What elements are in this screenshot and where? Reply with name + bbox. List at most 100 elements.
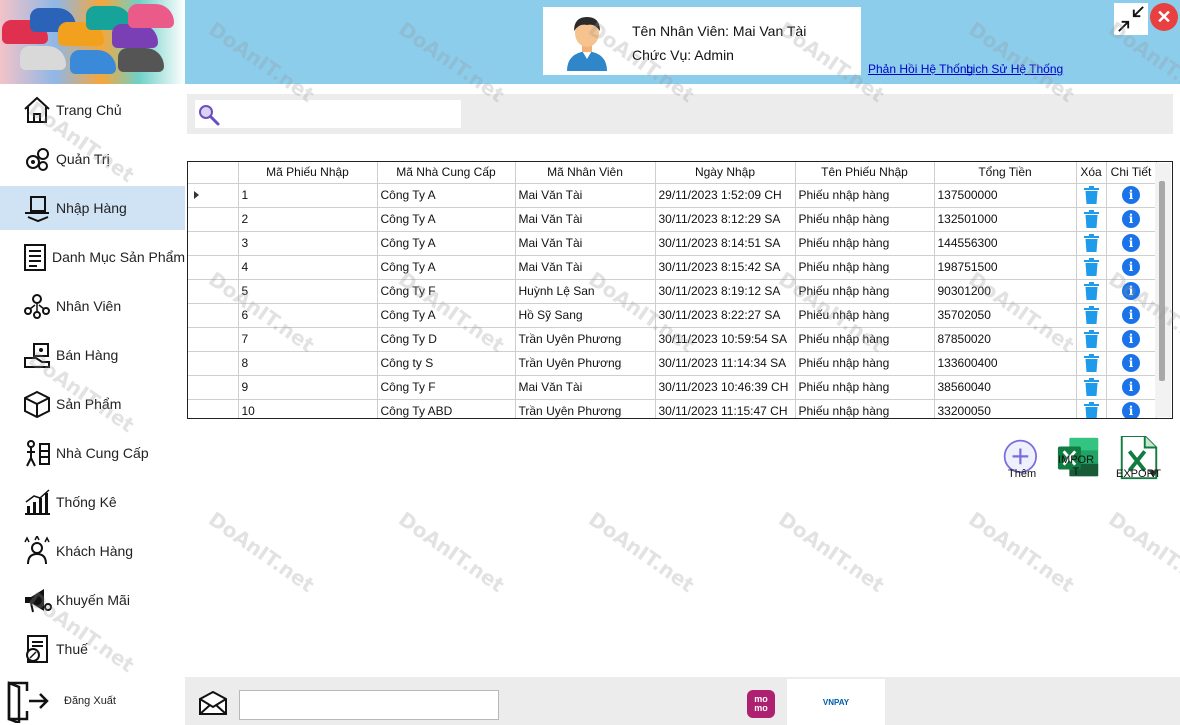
cell-employee[interactable]: Mai Văn Tài <box>515 375 656 400</box>
sidebar-item-promotion[interactable]: Khuyến Mãi <box>0 578 185 622</box>
cell-total[interactable]: 198751500 <box>934 255 1077 280</box>
cell-employee[interactable]: Mai Văn Tài <box>515 231 656 256</box>
scrollbar-thumb[interactable] <box>1159 181 1165 381</box>
cell-total[interactable]: 87850020 <box>934 327 1077 352</box>
row-header[interactable] <box>188 303 239 328</box>
trash-icon[interactable] <box>1083 282 1099 300</box>
table-row[interactable]: 6 Công Ty A Hồ Sỹ Sang 30/11/2023 8:22:27 S… <box>188 303 1157 328</box>
info-icon[interactable]: i <box>1122 210 1140 228</box>
cell-receipt-id[interactable]: 10 <box>238 399 378 418</box>
info-icon[interactable]: i <box>1122 378 1140 396</box>
cell-employee[interactable]: Mai Văn Tài <box>515 183 656 208</box>
row-header[interactable] <box>188 207 239 232</box>
sidebar-item-tax[interactable]: Thuế <box>0 627 185 671</box>
cell-employee[interactable]: Trần Uyên Phương <box>515 351 656 376</box>
cell-employee[interactable]: Hồ Sỹ Sang <box>515 303 656 328</box>
cell-receipt-id[interactable]: 5 <box>238 279 378 304</box>
cell-receipt-id[interactable]: 8 <box>238 351 378 376</box>
message-input[interactable] <box>239 690 499 720</box>
cell-employee[interactable]: Huỳnh Lệ San <box>515 279 656 304</box>
cell-receipt-name[interactable]: Phiếu nhập hàng <box>795 327 935 352</box>
trash-icon[interactable] <box>1083 234 1099 252</box>
sidebar-item-customers[interactable]: Khách Hàng <box>0 529 185 573</box>
minimize-button[interactable] <box>1114 3 1148 35</box>
cell-receipt-id[interactable]: 3 <box>238 231 378 256</box>
table-row[interactable]: 9 Công Ty F Mai Văn Tài 30/11/2023 10:46:39… <box>188 375 1157 400</box>
sidebar-item-home[interactable]: Trang Chủ <box>0 88 185 132</box>
cell-receipt-name[interactable]: Phiếu nhập hàng <box>795 375 935 400</box>
vnpay-button[interactable]: VNPAY <box>787 679 885 725</box>
momo-button[interactable]: mo mo <box>747 690 775 718</box>
cell-receipt-name[interactable]: Phiếu nhập hàng <box>795 399 935 418</box>
cell-receipt-id[interactable]: 4 <box>238 255 378 280</box>
trash-icon[interactable] <box>1083 186 1099 204</box>
trash-icon[interactable] <box>1083 258 1099 276</box>
cell-total[interactable]: 90301200 <box>934 279 1077 304</box>
cell-receipt-name[interactable]: Phiếu nhập hàng <box>795 231 935 256</box>
table-row[interactable]: 7 Công Ty D Trần Uyên Phương 30/11/2023 10:… <box>188 327 1157 352</box>
info-icon[interactable]: i <box>1122 186 1140 204</box>
cell-employee[interactable]: Trần Uyên Phương <box>515 327 656 352</box>
table-row[interactable]: 1 Công Ty A Mai Văn Tài 29/11/2023 1:52:09 … <box>188 183 1157 208</box>
row-header[interactable] <box>188 399 239 418</box>
trash-icon[interactable] <box>1083 378 1099 396</box>
trash-icon[interactable] <box>1083 330 1099 348</box>
row-header[interactable] <box>188 255 239 280</box>
cell-supplier[interactable]: Công Ty ABD <box>377 399 516 418</box>
sidebar-item-box[interactable]: Sản Phẩm <box>0 382 185 426</box>
table-row[interactable]: 8 Công ty S Trần Uyên Phương 30/11/2023 11:… <box>188 351 1157 376</box>
info-icon[interactable]: i <box>1122 354 1140 372</box>
trash-icon[interactable] <box>1083 210 1099 228</box>
sidebar-item-sales[interactable]: Bán Hàng <box>0 333 185 377</box>
cell-receipt-id[interactable]: 7 <box>238 327 378 352</box>
column-header-supplier[interactable]: Mã Nhà Cung Cấp <box>377 162 516 184</box>
cell-date[interactable]: 30/11/2023 11:14:34 SA <box>655 351 796 376</box>
cell-receipt-id[interactable]: 6 <box>238 303 378 328</box>
logout-button[interactable]: Đăng Xuất <box>0 678 185 724</box>
cell-receipt-id[interactable]: 1 <box>238 183 378 208</box>
cell-total[interactable]: 35702050 <box>934 303 1077 328</box>
cell-date[interactable]: 29/11/2023 1:52:09 CH <box>655 183 796 208</box>
cell-supplier[interactable]: Công Ty F <box>377 375 516 400</box>
cell-date[interactable]: 30/11/2023 8:22:27 SA <box>655 303 796 328</box>
column-header-detail[interactable]: Chi Tiết <box>1106 162 1157 184</box>
column-header-date[interactable]: Ngày Nhập <box>655 162 796 184</box>
sidebar-item-import-goods[interactable]: Nhập Hàng <box>0 186 185 230</box>
info-icon[interactable]: i <box>1122 402 1140 418</box>
sidebar-item-catalog[interactable]: Danh Mục Sản Phẩm <box>0 235 185 279</box>
cell-supplier[interactable]: Công Ty D <box>377 327 516 352</box>
row-header[interactable] <box>188 327 239 352</box>
cell-date[interactable]: 30/11/2023 8:15:42 SA <box>655 255 796 280</box>
table-row[interactable]: 5 Công Ty F Huỳnh Lệ San 30/11/2023 8:19:12… <box>188 279 1157 304</box>
cell-date[interactable]: 30/11/2023 8:14:51 SA <box>655 231 796 256</box>
column-header-receipt-name[interactable]: Tên Phiếu Nhập <box>795 162 935 184</box>
cell-supplier[interactable]: Công Ty A <box>377 207 516 232</box>
sidebar-item-gears[interactable]: Quản Trị <box>0 137 185 181</box>
cell-receipt-name[interactable]: Phiếu nhập hàng <box>795 207 935 232</box>
trash-icon[interactable] <box>1083 402 1099 419</box>
vertical-scrollbar[interactable] <box>1155 163 1171 417</box>
info-icon[interactable]: i <box>1122 258 1140 276</box>
cell-supplier[interactable]: Công Ty A <box>377 303 516 328</box>
close-button[interactable]: ✕ <box>1150 3 1178 31</box>
cell-receipt-id[interactable]: 9 <box>238 375 378 400</box>
mail-icon[interactable] <box>199 691 227 715</box>
cell-supplier[interactable]: Công Ty A <box>377 183 516 208</box>
table-row[interactable]: 4 Công Ty A Mai Văn Tài 30/11/2023 8:15:42 … <box>188 255 1157 280</box>
cell-total[interactable]: 137500000 <box>934 183 1077 208</box>
info-icon[interactable]: i <box>1122 282 1140 300</box>
column-header-total[interactable]: Tổng Tiền <box>934 162 1077 184</box>
trash-icon[interactable] <box>1083 306 1099 324</box>
cell-date[interactable]: 30/11/2023 8:12:29 SA <box>655 207 796 232</box>
cell-receipt-id[interactable]: 2 <box>238 207 378 232</box>
cell-date[interactable]: 30/11/2023 10:59:54 SA <box>655 327 796 352</box>
cell-receipt-name[interactable]: Phiếu nhập hàng <box>795 351 935 376</box>
cell-employee[interactable]: Mai Văn Tài <box>515 207 656 232</box>
row-header[interactable] <box>188 375 239 400</box>
cell-total[interactable]: 38560040 <box>934 375 1077 400</box>
cell-receipt-name[interactable]: Phiếu nhập hàng <box>795 183 935 208</box>
column-header-employee[interactable]: Mã Nhân Viên <box>515 162 656 184</box>
sidebar-item-staff[interactable]: Nhân Viên <box>0 284 185 328</box>
cell-supplier[interactable]: Công Ty A <box>377 231 516 256</box>
cell-receipt-name[interactable]: Phiếu nhập hàng <box>795 255 935 280</box>
